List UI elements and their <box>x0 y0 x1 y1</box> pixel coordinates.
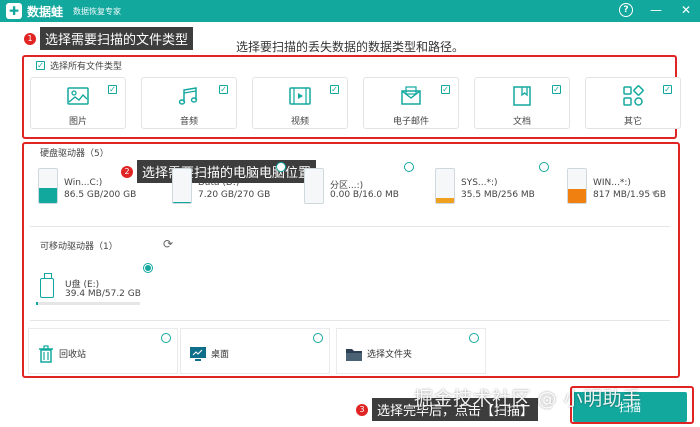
location-desktop[interactable]: 桌面 <box>180 328 330 374</box>
drive-icon <box>435 168 455 204</box>
drive-partition[interactable]: 分区...:) 0.00 B/16.0 MB <box>304 162 424 208</box>
select-all-checkbox[interactable]: ✓ 选择所有文件类型 <box>36 59 122 72</box>
divider <box>30 226 670 227</box>
filetype-email[interactable]: ✓ 电子邮件 <box>363 77 459 129</box>
select-folder-radio[interactable] <box>469 333 479 343</box>
filetype-email-checkbox[interactable]: ✓ <box>441 85 450 94</box>
recycle-bin-icon <box>37 345 55 363</box>
usb-icon <box>40 273 54 298</box>
desktop-radio[interactable] <box>313 333 323 343</box>
removable-drives-title: 可移动驱动器（1） <box>40 242 118 252</box>
drive-partition-radio[interactable] <box>404 162 414 172</box>
drive-icon <box>567 168 587 204</box>
location-select-folder[interactable]: 选择文件夹 <box>336 328 486 374</box>
document-icon <box>509 84 535 108</box>
drive-icon <box>172 168 192 204</box>
usb-usage-bar <box>36 302 140 305</box>
drive-d-radio[interactable] <box>276 162 286 172</box>
title-bar: ✚ 数据蛙 数据恢复专家 ? — ✕ <box>0 0 700 22</box>
other-icon <box>620 84 646 108</box>
filetype-video[interactable]: ✓ 视频 <box>252 77 348 129</box>
folder-icon <box>345 345 363 361</box>
watermark: 掘金技术社区 @ 小明助手 <box>414 388 642 410</box>
drive-win[interactable]: WIN...*:) 817 MB/1.95 GB <box>567 168 687 208</box>
drive-sys[interactable]: SYS...*:) 35.5 MB/256 MB <box>435 162 555 208</box>
video-icon <box>287 84 313 108</box>
help-icon[interactable]: ? <box>618 2 634 18</box>
hard-drives-title: 硬盘驱动器（5） <box>40 149 109 159</box>
filetype-document[interactable]: ✓ 文档 <box>474 77 570 129</box>
drive-icon <box>38 168 58 204</box>
minimize-icon[interactable]: — <box>648 2 664 18</box>
app-name: 数据蛙 <box>27 4 64 19</box>
scroll-down-icon[interactable]: ▼ <box>652 190 660 200</box>
drive-sys-radio[interactable] <box>539 162 549 172</box>
drive-c[interactable]: Win...C:) 86.5 GB/200 GB <box>38 168 158 208</box>
location-recycle-bin[interactable]: 回收站 <box>28 328 178 374</box>
refresh-icon[interactable]: ⟳ <box>163 237 173 251</box>
filetype-other-checkbox[interactable]: ✓ <box>663 85 672 94</box>
app-subtitle: 数据恢复专家 <box>73 6 122 16</box>
drive-usb[interactable]: U盘 (E:) 39.4 MB/57.2 GB <box>36 270 146 314</box>
filetype-video-checkbox[interactable]: ✓ <box>330 85 339 94</box>
recycle-bin-radio[interactable] <box>161 333 171 343</box>
music-icon <box>176 84 202 108</box>
instruction-text: 选择要扫描的丢失数据的数据类型和路径。 <box>236 40 465 54</box>
filetype-audio[interactable]: ✓ 音频 <box>141 77 237 129</box>
filetype-image-checkbox[interactable]: ✓ <box>108 85 117 94</box>
filetype-document-checkbox[interactable]: ✓ <box>552 85 561 94</box>
desktop-icon <box>189 345 207 361</box>
close-icon[interactable]: ✕ <box>678 2 694 18</box>
app-logo: ✚ 数据蛙 <box>6 3 63 20</box>
divider <box>30 320 670 321</box>
drive-icon <box>304 168 324 204</box>
filetype-image[interactable]: ✓ 图片 <box>30 77 126 129</box>
image-icon <box>65 84 91 108</box>
filetype-audio-checkbox[interactable]: ✓ <box>219 85 228 94</box>
filetype-other[interactable]: ✓ 其它 <box>585 77 681 129</box>
annotation-step1: 1 选择需要扫描的文件类型 <box>24 27 194 50</box>
logo-icon: ✚ <box>6 3 22 19</box>
email-icon <box>398 84 424 108</box>
drive-d[interactable]: Data (D:) 7.20 GB/270 GB <box>172 162 292 208</box>
